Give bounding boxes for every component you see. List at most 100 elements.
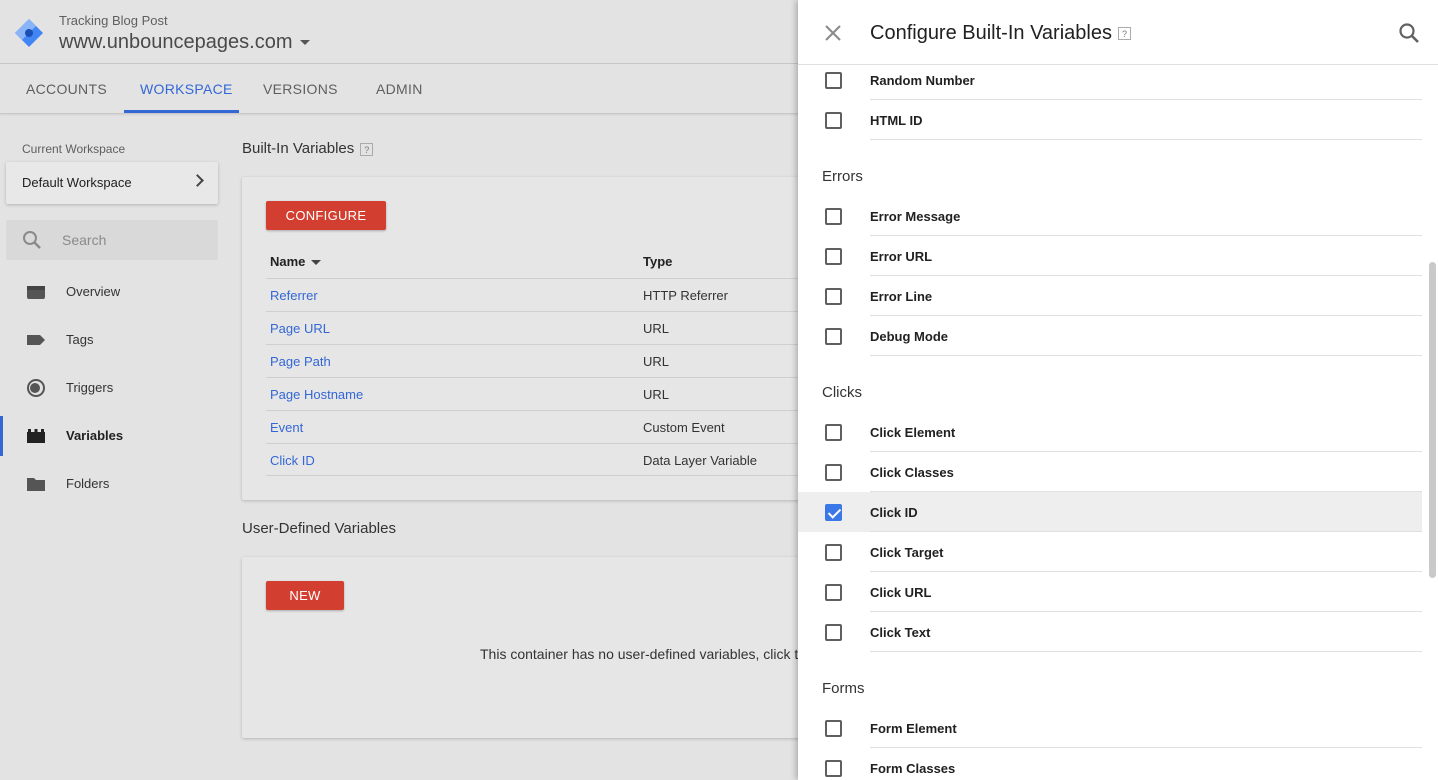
checkbox[interactable] <box>825 720 842 737</box>
option-row-click-classes[interactable]: Click Classes <box>798 452 1422 492</box>
option-row-click-element[interactable]: Click Element <box>798 412 1422 452</box>
variable-name-link[interactable]: Event <box>270 420 303 435</box>
option-row-click-url[interactable]: Click URL <box>798 572 1422 612</box>
option-row-form-element[interactable]: Form Element <box>798 708 1422 748</box>
sidebar-item-variables[interactable]: Variables <box>0 412 230 460</box>
empty-state-message: This container has no user-defined varia… <box>480 646 799 662</box>
container-subtitle: Tracking Blog Post <box>59 13 168 28</box>
checkbox[interactable] <box>825 288 842 305</box>
column-header-name[interactable]: Name <box>270 254 322 269</box>
checkbox[interactable] <box>825 760 842 777</box>
group-heading-clicks: Clicks <box>822 384 862 401</box>
checkbox[interactable] <box>825 464 842 481</box>
table-row: Page URL URL <box>266 311 826 344</box>
overview-icon <box>27 286 45 299</box>
panel-scrollbar[interactable] <box>1429 262 1436 578</box>
checkbox-checked[interactable] <box>825 504 842 521</box>
tag-manager-logo-icon[interactable] <box>14 18 44 48</box>
new-variable-button[interactable]: NEW <box>266 581 344 610</box>
column-header-name-label: Name <box>270 254 306 269</box>
table-row: Event Custom Event <box>266 410 826 443</box>
variable-name-link[interactable]: Page Path <box>270 354 331 369</box>
sidebar-item-label: Tags <box>66 332 94 347</box>
panel-title: Configure Built-In Variables <box>870 22 1112 44</box>
checkbox[interactable] <box>825 624 842 641</box>
tag-icon <box>27 335 45 345</box>
option-row-click-id[interactable]: Click ID <box>798 492 1422 532</box>
option-label: Click URL <box>870 585 932 600</box>
option-label: Click Target <box>870 545 944 560</box>
variable-name-link[interactable]: Page URL <box>270 321 330 336</box>
variable-name-link[interactable]: Click ID <box>270 453 315 468</box>
option-row-error-line[interactable]: Error Line <box>798 276 1422 316</box>
option-label: Error Message <box>870 209 961 224</box>
option-label: Click Element <box>870 425 956 440</box>
option-row-click-text[interactable]: Click Text <box>798 612 1422 652</box>
checkbox[interactable] <box>825 544 842 561</box>
sidebar-item-tags[interactable]: Tags <box>0 316 230 364</box>
sidebar-item-overview[interactable]: Overview <box>0 268 230 316</box>
option-row-form-classes[interactable]: Form Classes <box>798 748 1422 780</box>
group-heading-errors: Errors <box>822 168 863 185</box>
workspace-name: Default Workspace <box>22 175 132 190</box>
help-icon[interactable]: ? <box>360 142 374 156</box>
sidebar-item-label: Overview <box>66 284 121 299</box>
checkbox[interactable] <box>825 248 842 265</box>
sidebar-search-input[interactable]: Search <box>6 220 218 260</box>
option-label: Debug Mode <box>870 329 948 344</box>
variable-name-link[interactable]: Referrer <box>270 288 318 303</box>
help-icon[interactable]: ? <box>1117 27 1131 41</box>
table-row: Page Path URL <box>266 344 826 377</box>
chevron-right-icon <box>191 174 204 187</box>
builtin-variables-title: Built-In Variables <box>242 140 355 157</box>
configure-builtin-variables-panel: Random Number HTML ID Errors Error Messa… <box>798 0 1438 780</box>
search-icon[interactable] <box>1398 22 1420 44</box>
option-label: Error URL <box>870 249 933 264</box>
active-tab-indicator <box>124 110 239 113</box>
workspace-selector[interactable]: Default Workspace <box>6 162 218 204</box>
variable-name-link[interactable]: Page Hostname <box>270 387 363 402</box>
container-selector[interactable]: www.unbouncepages.com <box>59 31 311 54</box>
option-row-debug-mode[interactable]: Debug Mode <box>798 316 1422 356</box>
option-row-click-target[interactable]: Click Target <box>798 532 1422 572</box>
caret-down-icon <box>300 40 311 45</box>
checkbox[interactable] <box>825 208 842 225</box>
checkbox[interactable] <box>825 72 842 89</box>
group-heading-forms: Forms <box>822 680 865 697</box>
table-row: Page Hostname URL <box>266 377 826 410</box>
option-row-error-url[interactable]: Error URL <box>798 236 1422 276</box>
variable-type: Custom Event <box>643 420 725 435</box>
variables-icon <box>27 429 45 443</box>
option-row-error-message[interactable]: Error Message <box>798 196 1422 236</box>
checkbox[interactable] <box>825 424 842 441</box>
table-row: Click ID Data Layer Variable <box>266 443 826 476</box>
tab-versions[interactable]: VERSIONS <box>263 64 338 114</box>
current-workspace-label: Current Workspace <box>22 142 126 156</box>
tab-workspace[interactable]: WORKSPACE <box>140 64 233 114</box>
sidebar-item-label: Folders <box>66 476 110 491</box>
option-label: Click Classes <box>870 465 954 480</box>
tab-accounts[interactable]: ACCOUNTS <box>26 64 107 114</box>
sidebar-item-triggers[interactable]: Triggers <box>0 364 230 412</box>
column-header-type[interactable]: Type <box>643 254 672 269</box>
option-label: Form Element <box>870 721 957 736</box>
checkbox[interactable] <box>825 584 842 601</box>
option-row-html-id[interactable]: HTML ID <box>798 100 1422 140</box>
panel-title-wrap: Configure Built-In Variables? <box>870 22 1131 45</box>
builtin-variables-heading: Built-In Variables? <box>242 140 374 157</box>
container-name: www.unbouncepages.com <box>59 31 293 53</box>
checkbox[interactable] <box>825 112 842 129</box>
folder-icon <box>27 478 45 491</box>
option-row-random-number[interactable]: Random Number <box>798 60 1422 100</box>
sidebar-item-folders[interactable]: Folders <box>0 460 230 508</box>
tab-admin[interactable]: ADMIN <box>376 64 423 114</box>
close-icon[interactable] <box>822 22 844 44</box>
option-label: Random Number <box>870 73 975 88</box>
option-label: Error Line <box>870 289 933 304</box>
trigger-icon <box>27 379 45 397</box>
option-label: HTML ID <box>870 113 923 128</box>
search-placeholder: Search <box>62 232 107 248</box>
option-label: Form Classes <box>870 761 956 776</box>
checkbox[interactable] <box>825 328 842 345</box>
configure-button[interactable]: CONFIGURE <box>266 201 386 230</box>
